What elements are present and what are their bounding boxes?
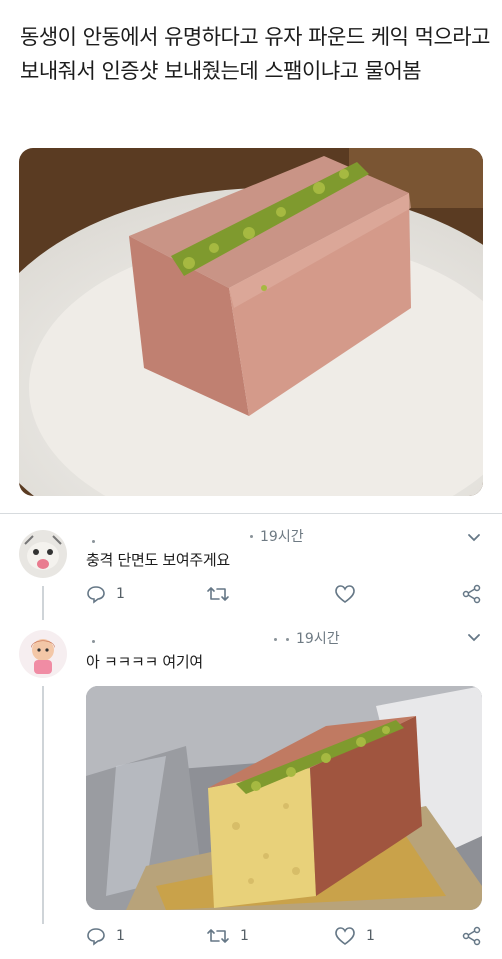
like-button[interactable] — [334, 584, 366, 604]
reply-button[interactable]: 1 — [86, 926, 125, 946]
separator-dot — [286, 638, 289, 641]
retweet-icon — [207, 929, 229, 943]
avatar[interactable] — [19, 630, 67, 678]
heart-icon — [335, 927, 355, 945]
post-photo-spam-like-cake[interactable] — [19, 148, 483, 496]
reply-time: 19시간 — [260, 529, 304, 545]
retweet-icon — [207, 587, 229, 601]
chevron-down-icon[interactable] — [466, 530, 482, 546]
heart-icon — [335, 585, 355, 603]
avatar[interactable] — [19, 530, 67, 578]
retweet-button[interactable] — [206, 584, 240, 604]
thread-line — [42, 686, 44, 924]
retweet-button[interactable]: 1 — [206, 926, 249, 946]
reply-text: 충격 단면도 보여주게요 — [86, 551, 230, 569]
thread-line — [42, 586, 44, 620]
reply-button[interactable]: 1 — [86, 584, 125, 604]
like-button[interactable]: 1 — [334, 926, 375, 946]
share-icon — [462, 584, 481, 604]
share-icon — [462, 926, 481, 946]
like-count: 1 — [366, 928, 375, 944]
reply-count: 1 — [116, 586, 125, 602]
post-text: 동생이 안동에서 유명하다고 유자 파운드 케익 먹으라고 보내줘서 인증샷 보… — [20, 25, 490, 83]
retweet-count: 1 — [240, 928, 249, 944]
reply-text: 아 ㅋㅋㅋㅋ 여기여 — [86, 653, 203, 671]
username-placeholder — [92, 640, 95, 643]
divider — [0, 513, 502, 514]
reply-icon — [87, 928, 105, 946]
username-placeholder — [92, 540, 95, 543]
reply-photo-cake-cross-section[interactable] — [86, 686, 482, 910]
reply-count: 1 — [116, 928, 125, 944]
share-button[interactable] — [462, 926, 482, 946]
separator-dot — [274, 638, 277, 641]
separator-dot — [250, 535, 253, 538]
share-button[interactable] — [462, 584, 482, 604]
reply-time: 19시간 — [296, 631, 340, 647]
reply-icon — [87, 586, 105, 604]
chevron-down-icon[interactable] — [466, 630, 482, 646]
